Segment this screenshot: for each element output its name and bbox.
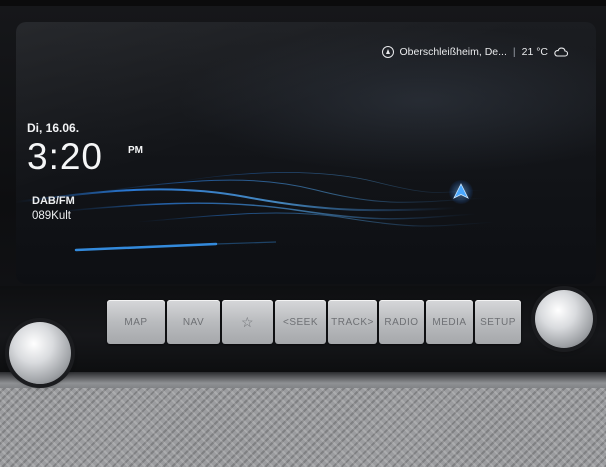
clock-ampm: PM <box>128 145 143 156</box>
nav-arrow-icon[interactable] <box>449 180 473 204</box>
volume-knob[interactable] <box>9 322 71 384</box>
track-forward-button[interactable]: TRACK> <box>328 300 377 344</box>
seek-back-button[interactable]: <SEEK <box>275 300 326 344</box>
map-button[interactable]: MAP <box>107 300 165 344</box>
clock-time: 3:20 <box>27 136 104 177</box>
radio-button[interactable]: RADIO <box>379 300 424 344</box>
nav-button[interactable]: NAV <box>167 300 220 344</box>
status-bar: Oberschleißheim, De... | 21 °C <box>381 46 568 58</box>
media-source[interactable]: DAB/FM <box>32 195 75 207</box>
favorite-button[interactable]: ☆ <box>222 300 273 344</box>
compass-icon <box>381 46 394 58</box>
setup-button[interactable]: SETUP <box>475 300 521 344</box>
date-label: Di, 16.06. <box>27 121 80 135</box>
location-label: Oberschleißheim, De... <box>399 46 507 58</box>
dashboard-texture <box>0 388 606 467</box>
station-name[interactable]: 089Kult <box>32 210 71 222</box>
temperature-label: 21 °C <box>521 46 548 58</box>
media-button[interactable]: MEDIA <box>426 300 473 344</box>
status-separator: | <box>512 46 516 58</box>
cloud-icon <box>554 47 568 57</box>
hardware-button-row: MAP NAV ☆ <SEEK TRACK> RADIO MEDIA SETUP <box>107 300 521 344</box>
tune-knob[interactable] <box>535 290 593 348</box>
